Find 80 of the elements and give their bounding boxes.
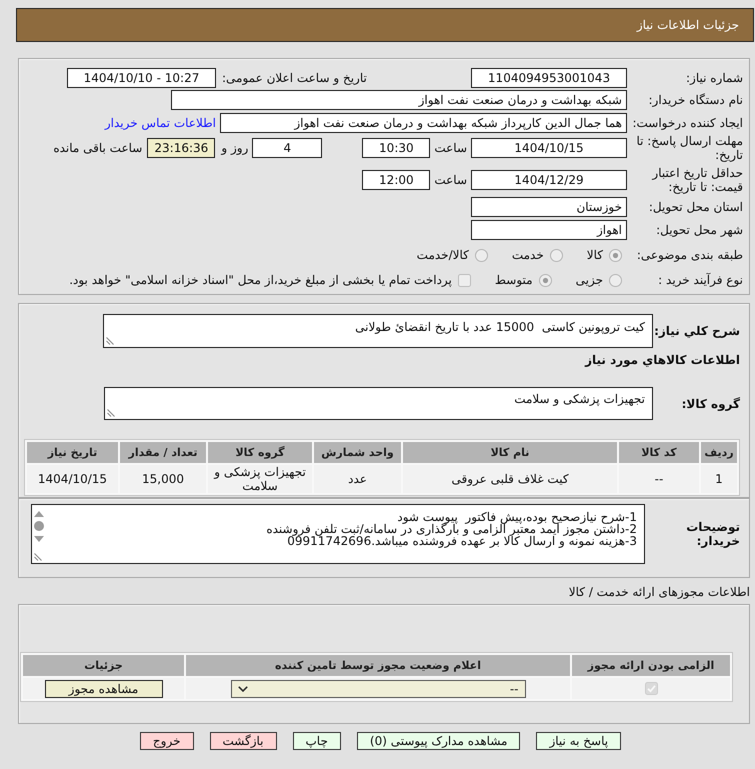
field-label: توضیحات خریدار: [685,520,740,548]
validity-time-field[interactable]: 12:00 [362,170,430,190]
column-header: ردیف [701,442,737,463]
contact-link[interactable]: اطلاعات تماس خریدار [104,116,216,130]
deadline-date-field[interactable]: 1404/10/15 [471,138,627,158]
field-label: شرح کلي نیاز: [654,324,740,338]
scroll-thumb-icon[interactable] [34,521,44,531]
table-cell: 1404/10/15 [27,465,118,493]
field-label: استان محل تحویل: [648,200,743,214]
page-title: جزئیات اطلاعات نیاز [636,18,739,32]
goods-group-field[interactable]: تجهیزات پزشکی و سلامت [104,387,653,420]
time-label: ساعت [434,173,467,187]
validity-date-field[interactable]: 1404/12/29 [471,170,627,190]
column-header: نام کالا [403,442,617,463]
field-label: طبقه بندی موضوعی: [636,248,743,262]
table-cell: 15,000 [120,465,206,493]
chevron-down-icon [238,686,248,692]
need-number-field[interactable]: 1104094953001043 [471,68,627,88]
table-cell: -- [619,465,699,493]
radio-label: کالا/خدمت [416,248,469,262]
action-button[interactable]: بازگشت [210,732,276,750]
column-header: الزامی بودن ارائه مجوز [572,655,730,676]
column-header: گروه کالا [208,442,312,463]
view-license-button[interactable]: مشاهده مجوز [44,680,162,698]
resize-grip-icon[interactable] [34,553,42,561]
scroll-down-icon[interactable] [34,536,44,542]
resize-grip-icon[interactable] [106,337,114,345]
table-cell: عدد [314,465,401,493]
column-header: کد کالا [619,442,699,463]
radio-label: جزیی [576,273,603,287]
status-select[interactable]: -- [230,680,526,698]
action-button[interactable]: خروج [140,732,194,750]
table-cell: تجهیزات پزشکی و سلامت [208,465,312,493]
province-field[interactable]: خوزستان [471,197,627,217]
field-label: تاریخ و ساعت اعلان عمومی: [222,71,367,85]
remaining-time-field: 23:16:36 [147,138,216,158]
column-header: تعداد / مقدار [120,442,206,463]
action-button[interactable]: چاپ [292,732,341,750]
description-field[interactable]: کیت تروپونین کاستی 15000 عدد با تاریخ انقضائ طولانی [103,314,653,348]
field-label: گروه کالا: [682,396,740,410]
action-button[interactable]: مشاهده مدارک پیوستی (0) [356,732,520,750]
radio-button[interactable] [609,248,622,262]
resize-grip-icon[interactable] [107,409,115,417]
scroll-up-icon[interactable] [34,511,44,517]
section-title: اطلاعات مجوزهای ارائه خدمت / کالا [568,585,750,599]
action-button[interactable]: پاسخ به نیاز [536,732,622,750]
checkbox-label: پرداخت تمام یا بخشی از مبلغ خرید،از محل "اسناد خزانه اسلامی" خواهد بود. [69,273,452,287]
field-label: نوع فرآیند خرید : [658,273,743,287]
field-label: مهلت ارسال پاسخ: تا تاریخ: [635,134,743,162]
column-header: تاریخ نیاز [27,442,118,463]
field-label: نام دستگاه خریدار: [648,93,743,107]
field-label: شهر محل تحویل: [656,223,743,237]
field-label: حداقل تاریخ اعتبار قیمت: تا تاریخ: [650,166,743,194]
field-label: شماره نیاز: [686,71,743,85]
table-cell: کیت غلاف قلبی عروقی [403,465,617,493]
checkbox[interactable] [458,274,471,286]
announcement-date-field[interactable]: 1404/10/10 - 10:27 [67,68,216,88]
remaining-label: ساعت باقی مانده [53,141,142,155]
buyer-name-field[interactable]: شبکه بهداشت و درمان صنعت نفت اهواز [171,90,627,110]
days-field[interactable]: 4 [252,138,322,158]
radio-button[interactable] [474,248,488,262]
radio-button[interactable] [609,274,622,286]
column-header: واحد شمارش [314,442,401,463]
notes-field[interactable]: 1-شرح نیازصحیح بوده،پیش فاکتور پیوست شود 2-داشتن مجوز ایمد معتبر الزامی و بارگذاری در سامانه/ثبت تلفن فروشنده 3-هزینه نمونه و ارسال کالا بر عهده فروشنده میباشد.09911742696 [31,504,645,564]
section-title: اطلاعات کالاهاي مورد نیاز [585,353,740,367]
radio-label: کالا [586,248,603,262]
deadline-time-field[interactable]: 10:30 [362,138,430,158]
required-checkbox[interactable] [644,682,658,695]
radio-button[interactable] [538,274,552,286]
column-header: جزئیات [23,655,184,676]
column-header: اعلام وضعیت مجوز توسط تامین کننده [186,655,570,676]
radio-button[interactable] [550,248,563,262]
requester-field[interactable]: هما جمال الدین کارپرداز شبکه بهداشت و درمان صنعت نفت اهواز [220,113,627,133]
field-label: ایجاد کننده درخواست: [632,116,743,130]
time-label: ساعت [434,141,467,155]
table-cell: 1 [701,465,737,493]
radio-label: خدمت [512,248,544,262]
radio-label: متوسط [494,273,533,287]
days-label: روز و [221,141,248,155]
city-field[interactable]: اهواز [471,220,627,240]
